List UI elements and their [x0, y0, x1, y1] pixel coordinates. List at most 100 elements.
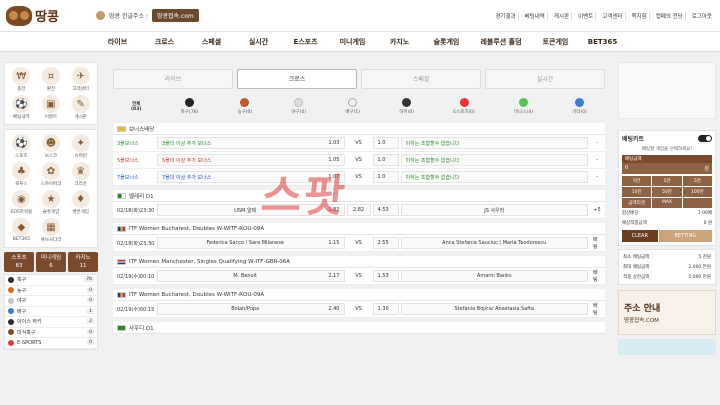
nav-live[interactable]: 라이브	[94, 32, 141, 51]
nav-esports[interactable]: E스포츠	[282, 32, 329, 51]
nav-cross[interactable]: 크로스	[141, 32, 188, 51]
away-team-cell[interactable]: JS 사우라	[400, 204, 588, 216]
history-shortcut[interactable]: ⚽ 배팅내역	[8, 95, 35, 120]
sport-item-basketball[interactable]: 농구 0	[5, 286, 97, 296]
home-odds-button[interactable]: Bolan/Popa 2.40	[157, 303, 345, 315]
clear-button[interactable]: CLEAR	[622, 230, 658, 242]
filter-hockey[interactable]: 하키(0)	[399, 97, 414, 115]
bet-amount-input[interactable]: 0원	[622, 163, 712, 174]
bet-button[interactable]: 배팅	[589, 235, 605, 251]
nav-bet365[interactable]: BET365	[579, 32, 626, 51]
game-bosco[interactable]: ☻ 보스코	[38, 134, 65, 159]
home-odds-button[interactable]: USM 알제 1.82	[157, 204, 345, 216]
betting-button[interactable]: BETTING	[658, 230, 712, 242]
game-lotus[interactable]: ♣ 로투스	[8, 162, 35, 187]
game-crown[interactable]: ♛ 크라운	[67, 162, 94, 187]
link-board[interactable]: 게시판	[552, 11, 573, 20]
event-shortcut[interactable]: ▣ 이벤트	[38, 95, 65, 120]
sport-item-esports[interactable]: E-SPORTS 0	[5, 338, 97, 349]
tab-minigame[interactable]: 미니게임 6	[36, 252, 66, 272]
tab-realtime[interactable]: 실시간	[485, 69, 605, 89]
draw-odds-button[interactable]: 2.82	[346, 204, 371, 216]
link-results[interactable]: 경기결과	[493, 11, 519, 20]
more-button[interactable]: -	[589, 169, 605, 185]
home-odds-button[interactable]: M. Benoit 2.17	[157, 270, 345, 282]
sport-item-soccer[interactable]: 축구 76	[5, 275, 97, 286]
away-odds[interactable]: 4.53	[372, 204, 399, 216]
match-time: 02/19(수)00:15	[117, 306, 155, 313]
away-team-cell[interactable]: Amarni Banks	[400, 270, 588, 282]
chip-5k[interactable]: 5천	[682, 176, 712, 186]
link-support[interactable]: 고객센터	[600, 11, 626, 20]
game-skypark[interactable]: ✿ 스카이파크	[38, 162, 65, 187]
bet-button[interactable]: 배팅	[589, 268, 605, 284]
sport-item-football[interactable]: 미식축구 0	[5, 328, 97, 338]
category-tabs: 스포츠 83 미니게임 6 카지노 11	[4, 252, 98, 272]
away-odds[interactable]: 2.55	[372, 237, 399, 249]
nav-realtime[interactable]: 실시간	[235, 32, 282, 51]
tab-cross[interactable]: 크로스	[237, 69, 357, 89]
game-betcon[interactable]: ♦ 벳콘게임	[67, 190, 94, 215]
tab-sports[interactable]: 스포츠 83	[4, 252, 34, 272]
address-promo-banner[interactable]: 주소 안내 땅콩접속.COM	[618, 290, 716, 335]
sport-item-icehockey[interactable]: 아이스 하키 2	[5, 317, 97, 328]
sport-item-baseball[interactable]: 야구 0	[5, 296, 97, 307]
filter-volleyball[interactable]: 배구(1)	[345, 97, 360, 115]
away-team-cell[interactable]: Anca Stefania Sauciuc / Maria Teodorescu	[400, 237, 588, 249]
game-eos[interactable]: ◉ EOS파워볼	[8, 190, 35, 215]
chip-500k[interactable]: 50만	[652, 187, 682, 197]
chip-max[interactable]: MAX	[652, 198, 682, 208]
tab-live[interactable]: 라이브	[113, 69, 233, 89]
nav-casino[interactable]: 카지노	[376, 32, 423, 51]
away-team-cell[interactable]: Stefania Bojica/ Anastasia Safta	[400, 303, 588, 315]
board-shortcut[interactable]: ✎ 게시판	[67, 95, 94, 120]
game-bet365[interactable]: ◆ BET365	[8, 218, 35, 243]
away-odds[interactable]: 1.53	[372, 270, 399, 282]
home-odds-button[interactable]: 3폴더 이상 추가 보너스 1.03	[157, 137, 345, 149]
deposit-shortcut[interactable]: ₩ 충전	[8, 67, 35, 92]
bet-button[interactable]: 배팅	[589, 301, 605, 317]
filter-esports[interactable]: E스포츠(0)	[453, 97, 475, 115]
more-button[interactable]: +5	[589, 202, 605, 218]
sport-item-volleyball[interactable]: 배구 1	[5, 307, 97, 317]
more-button[interactable]: -	[589, 135, 605, 151]
tab-special[interactable]: 스페셜	[361, 69, 481, 89]
nav-special[interactable]: 스페셜	[188, 32, 235, 51]
game-slots[interactable]: ★ 슬롯게임	[38, 190, 65, 215]
bet-cart-toggle[interactable]	[698, 135, 712, 142]
home-odds-button[interactable]: Federica Sacco / Sara Milanese 1.15	[157, 237, 345, 249]
chip-1m[interactable]: 100만	[682, 187, 712, 197]
notice-domain[interactable]: 땅콩접속.com	[151, 9, 199, 22]
away-odds[interactable]: 1.30	[372, 303, 399, 315]
home-odds-button[interactable]: 7폴더 이상 추가 보너스 1.07	[157, 171, 345, 183]
site-logo[interactable]: 땅콩	[6, 5, 96, 26]
nav-token[interactable]: 토큰게임	[532, 32, 579, 51]
chip-100k[interactable]: 10만	[622, 187, 652, 197]
chip-10k[interactable]: 1만	[652, 176, 682, 186]
chip-50k[interactable]: 5만	[622, 176, 652, 186]
nav-slots[interactable]: 슬롯게임	[423, 32, 470, 51]
link-bet-history[interactable]: 베팅내역	[523, 11, 548, 20]
home-odds-button[interactable]: 5폴더 이상 추가 보너스 1.05	[157, 154, 345, 166]
secondary-banner[interactable]	[618, 339, 716, 355]
chip-reset[interactable]: 금액리셋	[622, 198, 652, 208]
filter-all[interactable]: 전체 (83)	[131, 101, 141, 112]
link-events[interactable]: 이벤트	[576, 11, 597, 20]
nav-holdem[interactable]: 레볼루션 홀덤	[470, 32, 532, 51]
support-shortcut[interactable]: ✈ 고객센터	[67, 67, 94, 92]
withdraw-shortcut[interactable]: ¤ 환전	[38, 67, 65, 92]
filter-tennis[interactable]: 미니스(4)	[514, 97, 533, 115]
filter-basketball[interactable]: 농구(0)	[237, 97, 252, 115]
nav-minigame[interactable]: 미니게임	[329, 32, 376, 51]
link-logout[interactable]: 로그아웃	[690, 12, 714, 20]
filter-etc[interactable]: 기타(0)	[572, 97, 587, 115]
filter-soccer[interactable]: 축구(76)	[181, 97, 198, 115]
tab-casino[interactable]: 카지노 11	[68, 252, 98, 272]
game-superrun[interactable]: ✦ 슈퍼런	[67, 134, 94, 159]
link-hall-of-fame[interactable]: 캡페의 전당	[654, 11, 686, 20]
game-cube-ladder[interactable]: ▦ 큐브사다리	[38, 218, 65, 243]
game-sports[interactable]: ⚽ 스포츠	[8, 134, 35, 159]
filter-baseball[interactable]: 야구(0)	[291, 97, 306, 115]
more-button[interactable]: -	[589, 152, 605, 168]
link-messages[interactable]: 쪽지함	[630, 11, 650, 20]
